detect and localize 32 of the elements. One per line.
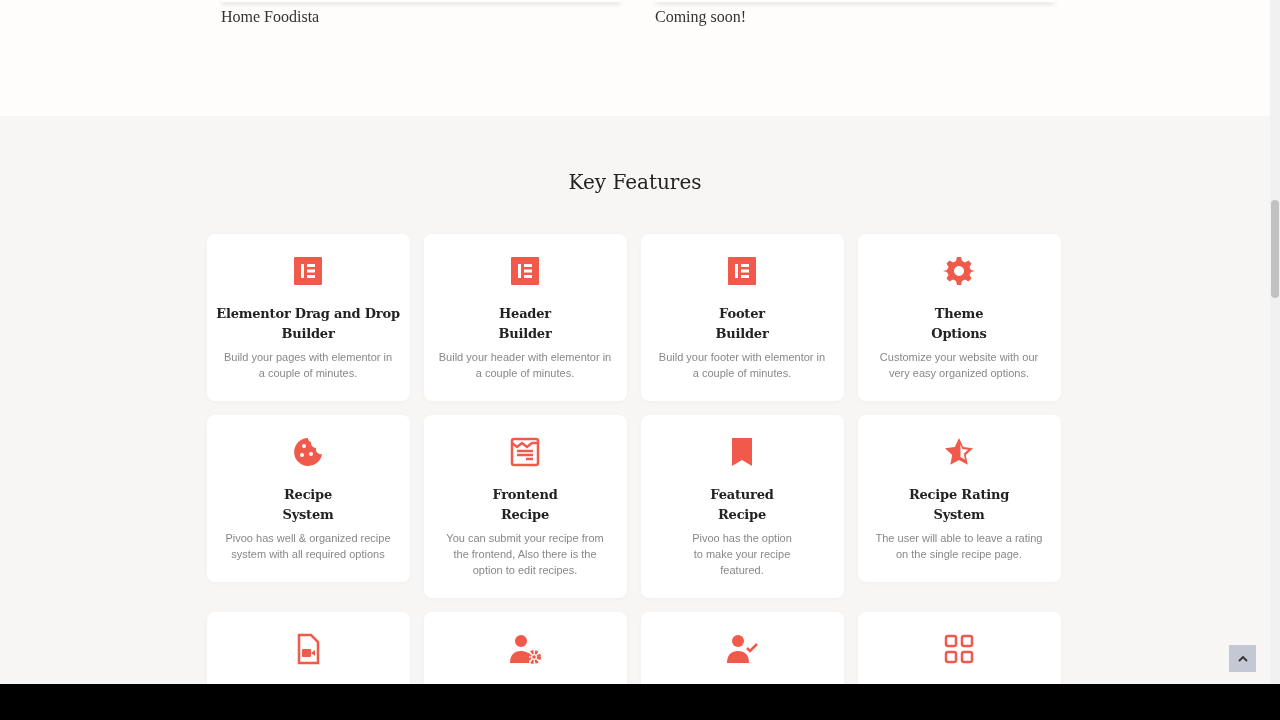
feature-title: Recipe System (282, 486, 334, 524)
elementor-icon (292, 255, 324, 287)
cookie-icon (292, 436, 324, 468)
document-list-icon (509, 436, 541, 468)
feature-description: Build your header with elementor in a couple of minutes. (438, 350, 612, 381)
demo-caption: Coming soon! (655, 8, 748, 26)
feature-description: Pivoo has the option to make your recipe featured. (692, 531, 792, 578)
feature-title: Frontend Recipe (492, 486, 558, 524)
user-check-icon (726, 633, 758, 665)
user-gear-icon (509, 633, 541, 665)
feature-title: Recipe Rating System (908, 486, 1010, 524)
feature-description: The user will able to leave a rating on the single recipe page. (875, 531, 1043, 562)
feature-description: Pivoo has well & organized recipe system with all required options (225, 531, 391, 562)
half-star-icon (943, 436, 975, 468)
elementor-icon (509, 255, 541, 287)
grid-icon (943, 633, 975, 665)
back-to-top-button[interactable] (1229, 645, 1256, 672)
scrollbar-thumb[interactable] (1271, 200, 1279, 298)
feature-title: Elementor Drag and Drop Builder (216, 305, 400, 343)
feature-description: Build your footer with elementor in a couple of minutes. (658, 350, 826, 381)
feature-title: Theme Options (931, 305, 987, 343)
feature-description: Customize your website with our very easy organized options. (879, 350, 1039, 381)
feature-title: Featured Recipe (710, 486, 774, 524)
feature-description: Build your pages with elementor in a couple of minutes. (223, 350, 393, 381)
feature-description: You can submit your recipe from the frontend, Also there is the option to edit recipes. (446, 531, 604, 578)
settings-icon (943, 255, 975, 287)
feature-title: Header Builder (498, 305, 552, 343)
section-heading: Key Features (568, 170, 702, 194)
chevron-up-icon (1237, 654, 1248, 663)
demo-caption: Home Foodista (221, 8, 321, 26)
feature-title: Footer Builder (715, 305, 769, 343)
elementor-icon (726, 255, 758, 287)
